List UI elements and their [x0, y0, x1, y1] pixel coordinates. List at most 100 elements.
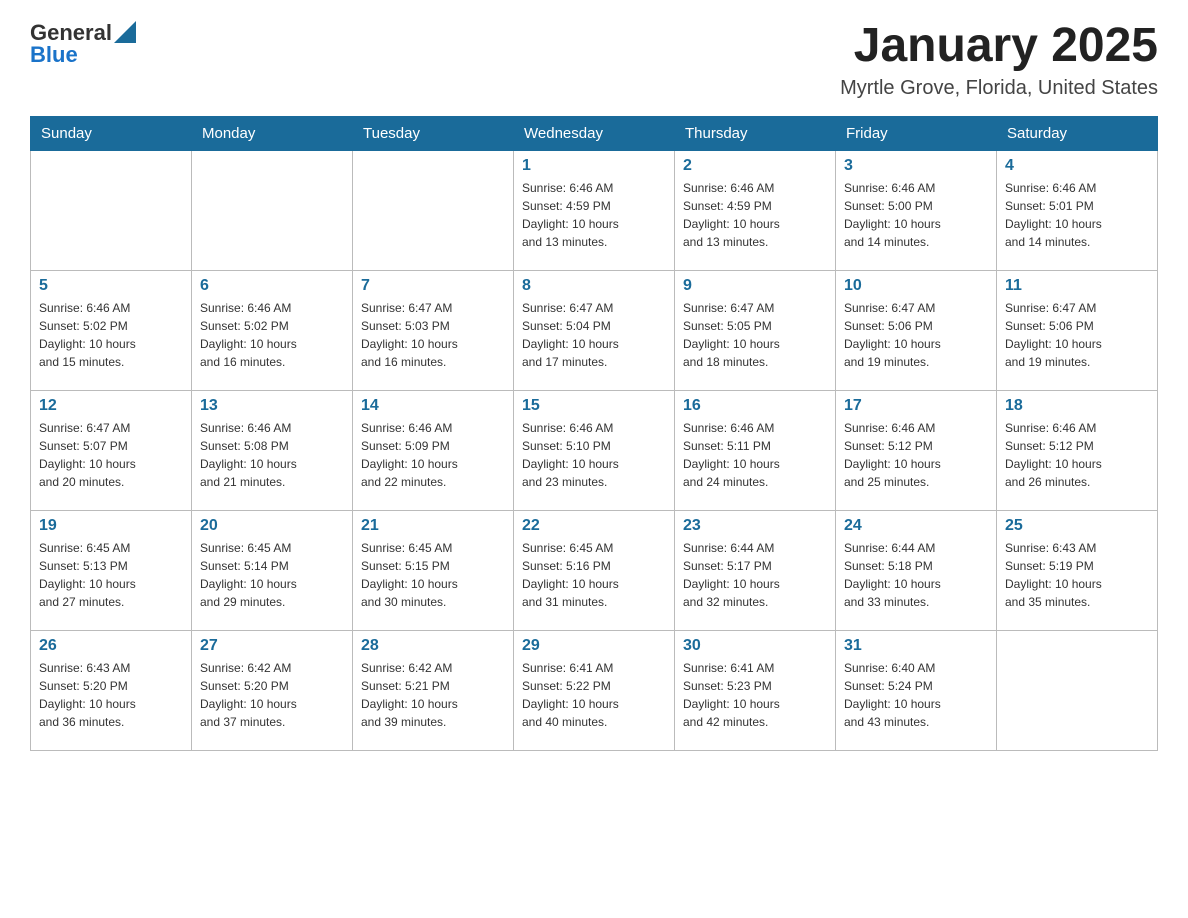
day-number: 1	[522, 157, 666, 175]
calendar-cell: 30 Sunrise: 6:41 AM Sunset: 5:23 PM Dayli…	[675, 630, 836, 750]
day-number: 29	[522, 637, 666, 655]
day-info: Sunrise: 6:46 AM Sunset: 5:08 PM Dayligh…	[200, 419, 344, 491]
calendar-cell: 24Sunrise: 6:44 AM Sunset: 5:18 PM Dayli…	[836, 510, 997, 630]
day-number: 9	[683, 277, 827, 295]
day-info: Sunrise: 6:45 AM Sunset: 5:14 PM Dayligh…	[200, 539, 344, 611]
day-info: Sunrise: 6:42 AM Sunset: 5:21 PM Dayligh…	[361, 659, 505, 731]
day-number: 22	[522, 517, 666, 535]
calendar-cell: 8 Sunrise: 6:47 AM Sunset: 5:04 PM Daylig…	[514, 270, 675, 390]
day-number: 18	[1005, 397, 1149, 415]
day-number: 19	[39, 517, 183, 535]
day-number: 7	[361, 277, 505, 295]
weekday-header-wednesday: Wednesday	[514, 116, 675, 150]
day-info: Sunrise: 6:46 AM Sunset: 5:01 PM Dayligh…	[1005, 179, 1149, 251]
title-section: January 2025 Myrtle Grove, Florida, Unit…	[840, 20, 1158, 100]
day-number: 11	[1005, 277, 1149, 295]
day-number: 16	[683, 397, 827, 415]
calendar-cell: 27 Sunrise: 6:42 AM Sunset: 5:20 PM Dayli…	[192, 630, 353, 750]
calendar-cell: 10Sunrise: 6:47 AM Sunset: 5:06 PM Dayli…	[836, 270, 997, 390]
calendar-cell: 14 Sunrise: 6:46 AM Sunset: 5:09 PM Dayli…	[353, 390, 514, 510]
day-info: Sunrise: 6:44 AM Sunset: 5:17 PM Dayligh…	[683, 539, 827, 611]
day-info: Sunrise: 6:42 AM Sunset: 5:20 PM Dayligh…	[200, 659, 344, 731]
day-number: 20	[200, 517, 344, 535]
day-info: Sunrise: 6:46 AM Sunset: 4:59 PM Dayligh…	[683, 179, 827, 251]
day-info: Sunrise: 6:47 AM Sunset: 5:07 PM Dayligh…	[39, 419, 183, 491]
calendar-cell: 23 Sunrise: 6:44 AM Sunset: 5:17 PM Dayli…	[675, 510, 836, 630]
day-info: Sunrise: 6:46 AM Sunset: 5:10 PM Dayligh…	[522, 419, 666, 491]
day-info: Sunrise: 6:46 AM Sunset: 5:12 PM Dayligh…	[844, 419, 988, 491]
day-info: Sunrise: 6:43 AM Sunset: 5:20 PM Dayligh…	[39, 659, 183, 731]
day-number: 3	[844, 157, 988, 175]
logo-blue-text: Blue	[30, 42, 136, 68]
day-info: Sunrise: 6:46 AM Sunset: 5:12 PM Dayligh…	[1005, 419, 1149, 491]
day-number: 24	[844, 517, 988, 535]
calendar-cell	[997, 630, 1158, 750]
day-info: Sunrise: 6:47 AM Sunset: 5:04 PM Dayligh…	[522, 299, 666, 371]
day-info: Sunrise: 6:45 AM Sunset: 5:16 PM Dayligh…	[522, 539, 666, 611]
calendar-cell: 29 Sunrise: 6:41 AM Sunset: 5:22 PM Dayli…	[514, 630, 675, 750]
calendar-cell: 6Sunrise: 6:46 AM Sunset: 5:02 PM Daylig…	[192, 270, 353, 390]
day-info: Sunrise: 6:46 AM Sunset: 5:02 PM Dayligh…	[39, 299, 183, 371]
calendar-cell	[192, 150, 353, 270]
weekday-header-tuesday: Tuesday	[353, 116, 514, 150]
day-info: Sunrise: 6:41 AM Sunset: 5:22 PM Dayligh…	[522, 659, 666, 731]
day-info: Sunrise: 6:46 AM Sunset: 5:11 PM Dayligh…	[683, 419, 827, 491]
calendar-table: SundayMondayTuesdayWednesdayThursdayFrid…	[30, 116, 1158, 751]
weekday-header-monday: Monday	[192, 116, 353, 150]
calendar-row-4: 26 Sunrise: 6:43 AM Sunset: 5:20 PM Dayli…	[31, 630, 1158, 750]
day-number: 30	[683, 637, 827, 655]
calendar-cell: 5 Sunrise: 6:46 AM Sunset: 5:02 PM Daylig…	[31, 270, 192, 390]
logo: General Blue	[30, 20, 136, 68]
calendar-cell: 19Sunrise: 6:45 AM Sunset: 5:13 PM Dayli…	[31, 510, 192, 630]
day-info: Sunrise: 6:47 AM Sunset: 5:05 PM Dayligh…	[683, 299, 827, 371]
day-number: 17	[844, 397, 988, 415]
day-number: 15	[522, 397, 666, 415]
calendar-cell: 9 Sunrise: 6:47 AM Sunset: 5:05 PM Daylig…	[675, 270, 836, 390]
day-info: Sunrise: 6:47 AM Sunset: 5:06 PM Dayligh…	[844, 299, 988, 371]
calendar-cell: 3Sunrise: 6:46 AM Sunset: 5:00 PM Daylig…	[836, 150, 997, 270]
calendar-cell: 20 Sunrise: 6:45 AM Sunset: 5:14 PM Dayli…	[192, 510, 353, 630]
calendar-cell: 26 Sunrise: 6:43 AM Sunset: 5:20 PM Dayli…	[31, 630, 192, 750]
calendar-cell: 28 Sunrise: 6:42 AM Sunset: 5:21 PM Dayli…	[353, 630, 514, 750]
day-info: Sunrise: 6:47 AM Sunset: 5:06 PM Dayligh…	[1005, 299, 1149, 371]
calendar-cell: 13 Sunrise: 6:46 AM Sunset: 5:08 PM Dayli…	[192, 390, 353, 510]
calendar-row-0: 1 Sunrise: 6:46 AM Sunset: 4:59 PM Daylig…	[31, 150, 1158, 270]
day-number: 12	[39, 397, 183, 415]
day-number: 26	[39, 637, 183, 655]
logo-triangle-icon	[114, 21, 136, 43]
day-number: 4	[1005, 157, 1149, 175]
day-number: 8	[522, 277, 666, 295]
day-number: 23	[683, 517, 827, 535]
calendar-cell: 1 Sunrise: 6:46 AM Sunset: 4:59 PM Daylig…	[514, 150, 675, 270]
day-number: 14	[361, 397, 505, 415]
calendar-cell: 21 Sunrise: 6:45 AM Sunset: 5:15 PM Dayli…	[353, 510, 514, 630]
day-number: 21	[361, 517, 505, 535]
day-info: Sunrise: 6:45 AM Sunset: 5:15 PM Dayligh…	[361, 539, 505, 611]
calendar-row-2: 12 Sunrise: 6:47 AM Sunset: 5:07 PM Dayli…	[31, 390, 1158, 510]
calendar-cell: 18 Sunrise: 6:46 AM Sunset: 5:12 PM Dayli…	[997, 390, 1158, 510]
day-number: 5	[39, 277, 183, 295]
calendar-cell	[353, 150, 514, 270]
day-number: 13	[200, 397, 344, 415]
day-info: Sunrise: 6:46 AM Sunset: 4:59 PM Dayligh…	[522, 179, 666, 251]
weekday-header-friday: Friday	[836, 116, 997, 150]
weekday-header-sunday: Sunday	[31, 116, 192, 150]
page-header: General Blue January 2025 Myrtle Grove, …	[30, 20, 1158, 100]
day-number: 25	[1005, 517, 1149, 535]
weekday-header-row: SundayMondayTuesdayWednesdayThursdayFrid…	[31, 116, 1158, 150]
calendar-cell: 25 Sunrise: 6:43 AM Sunset: 5:19 PM Dayli…	[997, 510, 1158, 630]
calendar-cell: 17 Sunrise: 6:46 AM Sunset: 5:12 PM Dayli…	[836, 390, 997, 510]
day-info: Sunrise: 6:47 AM Sunset: 5:03 PM Dayligh…	[361, 299, 505, 371]
day-number: 28	[361, 637, 505, 655]
day-number: 27	[200, 637, 344, 655]
calendar-title: January 2025	[840, 20, 1158, 73]
day-number: 6	[200, 277, 344, 295]
calendar-subtitle: Myrtle Grove, Florida, United States	[840, 77, 1158, 100]
calendar-row-1: 5 Sunrise: 6:46 AM Sunset: 5:02 PM Daylig…	[31, 270, 1158, 390]
day-info: Sunrise: 6:43 AM Sunset: 5:19 PM Dayligh…	[1005, 539, 1149, 611]
day-info: Sunrise: 6:41 AM Sunset: 5:23 PM Dayligh…	[683, 659, 827, 731]
day-number: 2	[683, 157, 827, 175]
calendar-cell: 12 Sunrise: 6:47 AM Sunset: 5:07 PM Dayli…	[31, 390, 192, 510]
calendar-cell: 7 Sunrise: 6:47 AM Sunset: 5:03 PM Daylig…	[353, 270, 514, 390]
day-info: Sunrise: 6:46 AM Sunset: 5:09 PM Dayligh…	[361, 419, 505, 491]
